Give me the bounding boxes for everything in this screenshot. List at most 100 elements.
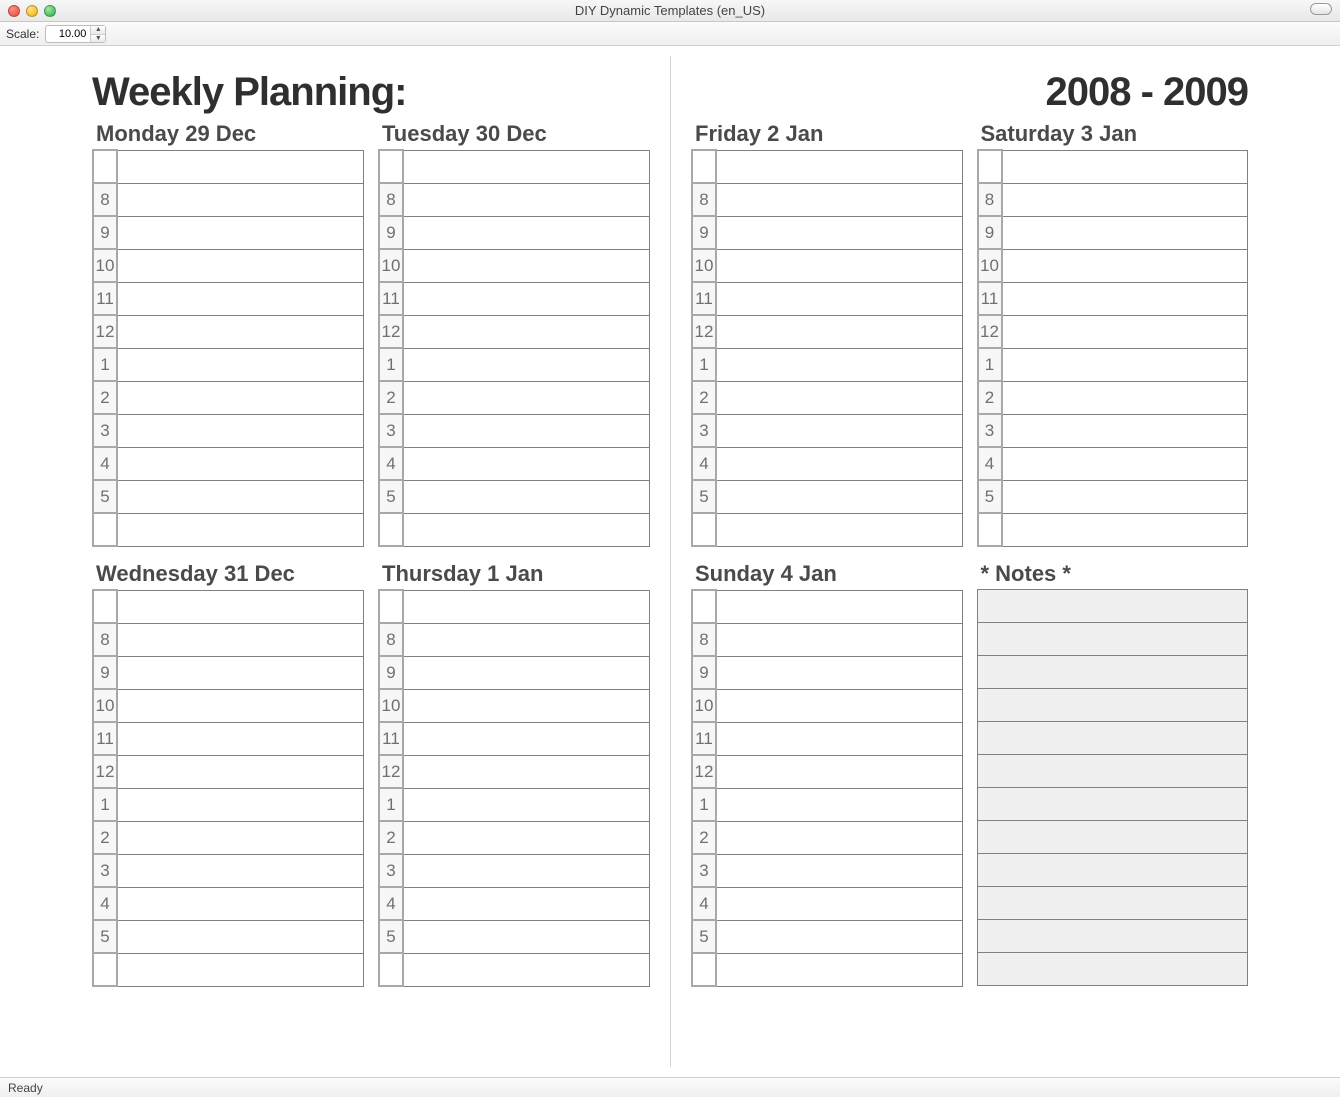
hour-slot-cell[interactable] <box>117 150 364 183</box>
hour-slot-cell[interactable] <box>403 590 650 623</box>
hour-slot-cell[interactable] <box>1002 216 1248 249</box>
notes-row[interactable] <box>977 887 1248 920</box>
notes-row[interactable] <box>977 854 1248 887</box>
hour-slot-cell[interactable] <box>117 920 364 953</box>
hour-slot-cell[interactable] <box>117 755 364 788</box>
hour-slot-cell[interactable] <box>403 722 650 755</box>
toolbar-toggle-pill[interactable] <box>1310 3 1332 15</box>
hour-slot-cell[interactable] <box>1002 282 1248 315</box>
hour-slot-cell[interactable] <box>403 480 650 513</box>
hour-slot-cell[interactable] <box>716 348 962 381</box>
zoom-window-button[interactable] <box>44 5 56 17</box>
hour-slot-cell[interactable] <box>716 920 962 953</box>
hour-slot-cell[interactable] <box>403 447 650 480</box>
hour-slot-cell[interactable] <box>117 315 364 348</box>
hour-slot-cell[interactable] <box>716 821 962 854</box>
hour-slot-cell[interactable] <box>117 216 364 249</box>
hour-slot-cell[interactable] <box>403 623 650 656</box>
hour-slot-cell[interactable] <box>716 689 962 722</box>
hour-slot-cell[interactable] <box>117 590 364 623</box>
hour-slot-cell[interactable] <box>403 920 650 953</box>
hour-slot-cell[interactable] <box>117 722 364 755</box>
hour-slot-cell[interactable] <box>117 887 364 920</box>
hour-slot-cell[interactable] <box>403 821 650 854</box>
hour-slot-cell[interactable] <box>403 414 650 447</box>
notes-row[interactable] <box>977 722 1248 755</box>
notes-row[interactable] <box>977 590 1248 623</box>
hour-slot-cell[interactable] <box>403 381 650 414</box>
hour-slot-cell[interactable] <box>403 216 650 249</box>
document-viewport[interactable]: Weekly Planning: Monday 29 Dec8910111212… <box>0 46 1340 1077</box>
hour-slot-cell[interactable] <box>716 150 962 183</box>
hour-slot-cell[interactable] <box>403 249 650 282</box>
hour-slot-cell[interactable] <box>716 953 962 986</box>
hour-slot-cell[interactable] <box>1002 315 1248 348</box>
hour-slot-cell[interactable] <box>716 788 962 821</box>
hour-slot-cell[interactable] <box>716 480 962 513</box>
hour-slot-cell[interactable] <box>403 953 650 986</box>
hour-slot-cell[interactable] <box>716 216 962 249</box>
hour-slot-cell[interactable] <box>403 183 650 216</box>
hour-slot-cell[interactable] <box>403 513 650 546</box>
hour-slot-cell[interactable] <box>403 315 650 348</box>
hour-slot-cell[interactable] <box>716 315 962 348</box>
hour-slot-cell[interactable] <box>117 821 364 854</box>
hour-slot-cell[interactable] <box>117 348 364 381</box>
notes-row[interactable] <box>977 689 1248 722</box>
hour-slot-cell[interactable] <box>403 150 650 183</box>
hour-slot-cell[interactable] <box>716 590 962 623</box>
hour-slot-cell[interactable] <box>716 381 962 414</box>
hour-slot-cell[interactable] <box>117 381 364 414</box>
hour-slot-cell[interactable] <box>1002 513 1248 546</box>
hour-slot-cell[interactable] <box>1002 150 1248 183</box>
hour-slot-cell[interactable] <box>403 656 650 689</box>
hour-slot-cell[interactable] <box>1002 183 1248 216</box>
scale-step-down[interactable]: ▼ <box>91 34 105 42</box>
hour-slot-cell[interactable] <box>716 282 962 315</box>
hour-slot-cell[interactable] <box>117 480 364 513</box>
hour-slot-cell[interactable] <box>403 348 650 381</box>
close-window-button[interactable] <box>8 5 20 17</box>
hour-slot-cell[interactable] <box>716 755 962 788</box>
hour-slot-cell[interactable] <box>403 282 650 315</box>
hour-slot-cell[interactable] <box>403 755 650 788</box>
notes-row[interactable] <box>977 623 1248 656</box>
hour-slot-cell[interactable] <box>716 513 962 546</box>
hour-slot-cell[interactable] <box>716 623 962 656</box>
scale-input[interactable] <box>46 26 90 42</box>
hour-slot-cell[interactable] <box>117 183 364 216</box>
hour-slot-cell[interactable] <box>117 854 364 887</box>
notes-row[interactable] <box>977 755 1248 788</box>
hour-slot-cell[interactable] <box>117 953 364 986</box>
hour-slot-cell[interactable] <box>403 854 650 887</box>
hour-slot-cell[interactable] <box>716 722 962 755</box>
hour-slot-cell[interactable] <box>117 414 364 447</box>
notes-row[interactable] <box>977 953 1248 986</box>
hour-slot-cell[interactable] <box>117 249 364 282</box>
hour-slot-cell[interactable] <box>117 513 364 546</box>
notes-row[interactable] <box>977 788 1248 821</box>
hour-slot-cell[interactable] <box>1002 414 1248 447</box>
hour-slot-cell[interactable] <box>1002 447 1248 480</box>
hour-slot-cell[interactable] <box>117 788 364 821</box>
hour-slot-cell[interactable] <box>716 183 962 216</box>
scale-step-up[interactable]: ▲ <box>91 26 105 34</box>
minimize-window-button[interactable] <box>26 5 38 17</box>
hour-slot-cell[interactable] <box>403 689 650 722</box>
hour-slot-cell[interactable] <box>1002 480 1248 513</box>
hour-slot-cell[interactable] <box>117 282 364 315</box>
hour-slot-cell[interactable] <box>716 854 962 887</box>
hour-slot-cell[interactable] <box>716 249 962 282</box>
hour-slot-cell[interactable] <box>117 656 364 689</box>
hour-slot-cell[interactable] <box>716 887 962 920</box>
hour-slot-cell[interactable] <box>1002 348 1248 381</box>
notes-row[interactable] <box>977 920 1248 953</box>
hour-slot-cell[interactable] <box>716 656 962 689</box>
hour-slot-cell[interactable] <box>117 689 364 722</box>
hour-slot-cell[interactable] <box>117 447 364 480</box>
scale-stepper[interactable]: ▲ ▼ <box>45 25 106 43</box>
notes-row[interactable] <box>977 656 1248 689</box>
hour-slot-cell[interactable] <box>403 788 650 821</box>
hour-slot-cell[interactable] <box>716 447 962 480</box>
notes-row[interactable] <box>977 821 1248 854</box>
